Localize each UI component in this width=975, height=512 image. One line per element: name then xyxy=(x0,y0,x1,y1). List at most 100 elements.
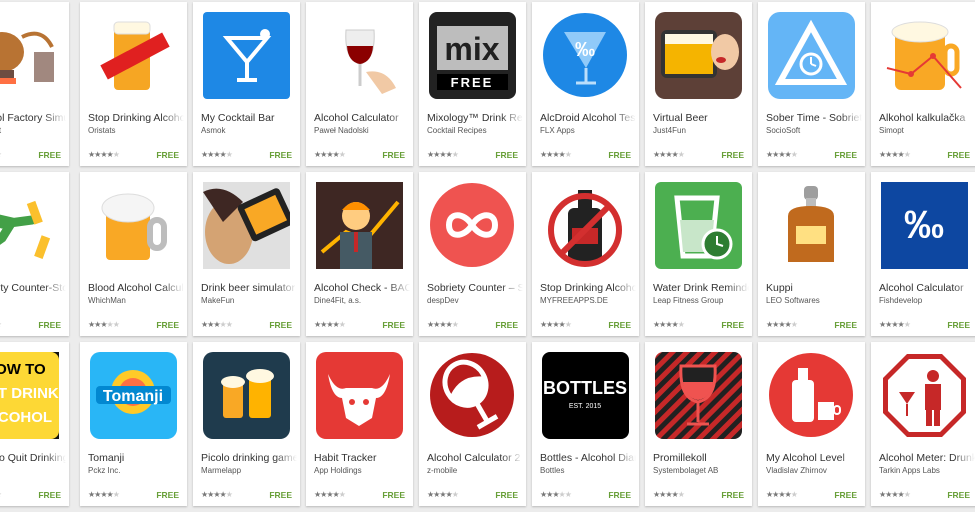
app-card[interactable]: Alkohol kalkulačka Simopt ★★★★★ FREE xyxy=(871,2,975,166)
tilted-wine-glass-icon[interactable] xyxy=(429,352,516,439)
app-card[interactable]: BOTTLES EST. 2015 Bottles - Alcohol Diary B… xyxy=(532,342,639,506)
app-developer[interactable]: LEO Softwares xyxy=(766,296,862,305)
app-card[interactable]: HOW TO QUIT DRINK ALCOHOL How To Quit Drink… xyxy=(0,342,69,506)
app-title[interactable]: Habit Tracker xyxy=(314,452,410,464)
app-title[interactable]: Mixology™ Drink Recipes xyxy=(427,112,523,124)
app-card[interactable]: mix FREE Mixology™ Drink Recipes Cocktail R… xyxy=(419,2,526,166)
app-developer[interactable]: Systembolaget AB xyxy=(653,466,749,475)
app-developer[interactable]: Paweł Nadolski xyxy=(314,126,410,135)
businessman-cartoon-icon[interactable] xyxy=(316,182,403,269)
app-card[interactable]: ‰ Alcohol Calculator Fishdevelop ★★★★★ FREE xyxy=(871,172,975,336)
app-title[interactable]: Alcohol Factory Simulator xyxy=(0,112,66,124)
app-card[interactable]: Picolo drinking game Marmelapp ★★★★★ FREE xyxy=(193,342,300,506)
app-developer[interactable]: z-mobile xyxy=(427,466,523,475)
app-title[interactable]: Sober Time - Sobriety Counter xyxy=(766,112,862,124)
no-bottle-icon[interactable] xyxy=(542,182,629,269)
app-developer[interactable]: Simopt xyxy=(879,126,975,135)
app-card[interactable]: Alcohol Meter: Drunk Test Tarkin Apps Lab… xyxy=(871,342,975,506)
app-developer[interactable]: Vladislav Zhirnov xyxy=(766,466,862,475)
distillery-icon[interactable] xyxy=(0,12,59,99)
app-card[interactable]: Drink beer simulator MakeFun ★★★★★ FREE xyxy=(193,172,300,336)
app-title[interactable]: Stop Drinking Alcohol xyxy=(540,282,636,294)
app-title[interactable]: Drink beer simulator xyxy=(201,282,297,294)
app-card[interactable]: Stop Drinking Alcohol Oristats ★★★★★ FREE xyxy=(80,2,187,166)
permille-glass-icon[interactable]: ‰ xyxy=(542,12,629,99)
app-developer[interactable]: Marmelapp xyxy=(201,466,297,475)
app-title[interactable]: Virtual Beer xyxy=(653,112,749,124)
drinking-woman-icon[interactable] xyxy=(203,182,290,269)
app-title[interactable]: Alcohol Calculator 2 xyxy=(427,452,523,464)
app-title[interactable]: Alcohol Meter: Drunk Test xyxy=(879,452,975,464)
permille-sign-icon[interactable]: ‰ xyxy=(881,182,968,269)
sober-triangle-icon[interactable] xyxy=(768,12,855,99)
app-card[interactable]: Stop Drinking Alcohol MYFREEAPPS.DE ★★★★★ F… xyxy=(532,172,639,336)
quit-drink-text-icon[interactable]: HOW TO QUIT DRINK ALCOHOL xyxy=(0,352,59,439)
app-developer[interactable]: Leap Fitness Group xyxy=(653,296,749,305)
app-title[interactable]: Promillekoll xyxy=(653,452,749,464)
app-title[interactable]: AlcDroid Alcohol Tester xyxy=(540,112,636,124)
app-title[interactable]: My Cocktail Bar xyxy=(201,112,297,124)
mix-free-logo-icon[interactable]: mix FREE xyxy=(429,12,516,99)
app-card[interactable]: Alcohol Calculator 2 z-mobile ★★★★★ FREE xyxy=(419,342,526,506)
app-title[interactable]: My Alcohol Level xyxy=(766,452,862,464)
app-title[interactable]: Alkohol kalkulačka xyxy=(879,112,975,124)
app-card[interactable]: Kuppi LEO Softwares ★★★★★ FREE xyxy=(758,172,865,336)
app-developer[interactable]: Just4Fun xyxy=(653,126,749,135)
app-title[interactable]: Bottles - Alcohol Diary xyxy=(540,452,636,464)
app-developer[interactable]: APPS xyxy=(0,466,66,475)
app-developer[interactable]: MakeFun xyxy=(201,296,297,305)
app-developer[interactable]: Hanna xyxy=(0,296,66,305)
app-card[interactable]: Habit Tracker App Holdings ★★★★★ FREE xyxy=(306,342,413,506)
app-title[interactable]: Picolo drinking game xyxy=(201,452,297,464)
app-card[interactable]: My Cocktail Bar Asmok ★★★★★ FREE xyxy=(193,2,300,166)
app-title[interactable]: Alcohol Calculator xyxy=(314,112,410,124)
wine-glass-icon[interactable] xyxy=(316,12,403,99)
app-card[interactable]: ‰ AlcDroid Alcohol Tester FLX Apps ★★★★★ FRE… xyxy=(532,2,639,166)
phone-beer-icon[interactable] xyxy=(655,12,742,99)
beer-glasses-icon[interactable] xyxy=(203,352,290,439)
app-developer[interactable]: Cocktail Recipes xyxy=(427,126,523,135)
bottle-cup-icon[interactable] xyxy=(768,352,855,439)
app-title[interactable]: Alcohol Calculator xyxy=(879,282,975,294)
app-card[interactable]: Virtual Beer Just4Fun ★★★★★ FREE xyxy=(645,2,752,166)
app-developer[interactable]: Oristats xyxy=(88,126,184,135)
app-card[interactable]: Alcohol Check - BAC Calculator Dine4Fit, … xyxy=(306,172,413,336)
app-card[interactable]: Promillekoll Systembolaget AB ★★★★★ FREE xyxy=(645,342,752,506)
app-card[interactable]: Sobriety Counter-Stop Drinking Hanna ★★★★★… xyxy=(0,172,69,336)
app-title[interactable]: Alcohol Check - BAC Calculator xyxy=(314,282,410,294)
app-title[interactable]: Stop Drinking Alcohol xyxy=(88,112,184,124)
app-developer[interactable]: Playcraft xyxy=(0,126,66,135)
beer-chart-icon[interactable] xyxy=(881,12,968,99)
app-developer[interactable]: Fishdevelop xyxy=(879,296,975,305)
app-developer[interactable]: despDev xyxy=(427,296,523,305)
app-developer[interactable]: App Holdings xyxy=(314,466,410,475)
water-glass-clock-icon[interactable] xyxy=(655,182,742,269)
app-title[interactable]: Tomanji xyxy=(88,452,184,464)
app-card[interactable]: Water Drink Reminder Leap Fitness Group ★★… xyxy=(645,172,752,336)
app-card[interactable]: Blood Alcohol Calculator WhichMan ★★★★★ FRE… xyxy=(80,172,187,336)
app-developer[interactable]: Tarkin Apps Labs xyxy=(879,466,975,475)
bottles-logo-icon[interactable]: BOTTLES EST. 2015 xyxy=(542,352,629,439)
cocktail-glass-icon[interactable] xyxy=(203,12,290,99)
app-developer[interactable]: SocioSoft xyxy=(766,126,862,135)
app-card[interactable]: Alcohol Calculator Paweł Nadolski ★★★★★ FRE… xyxy=(306,2,413,166)
beer-mug-icon[interactable] xyxy=(90,182,177,269)
app-card[interactable]: Sobriety Counter – Stop Drinking despDev ★… xyxy=(419,172,526,336)
app-developer[interactable]: Dine4Fit, a.s. xyxy=(314,296,410,305)
whisky-decanter-icon[interactable] xyxy=(768,182,855,269)
tomanji-logo-icon[interactable]: Tomanji xyxy=(90,352,177,439)
app-title[interactable]: Blood Alcohol Calculator xyxy=(88,282,184,294)
app-title[interactable]: How To Quit Drinking Alcohol xyxy=(0,452,66,464)
app-developer[interactable]: Bottles xyxy=(540,466,636,475)
app-developer[interactable]: WhichMan xyxy=(88,296,184,305)
stop-sign-man-icon[interactable] xyxy=(881,352,968,439)
app-title[interactable]: Kuppi xyxy=(766,282,862,294)
no-beer-icon[interactable] xyxy=(90,12,177,99)
app-title[interactable]: Water Drink Reminder xyxy=(653,282,749,294)
app-developer[interactable]: Asmok xyxy=(201,126,297,135)
app-developer[interactable]: MYFREEAPPS.DE xyxy=(540,296,636,305)
app-developer[interactable]: FLX Apps xyxy=(540,126,636,135)
app-developer[interactable]: Pckz Inc. xyxy=(88,466,184,475)
app-title[interactable]: Sobriety Counter-Stop Drinking xyxy=(0,282,66,294)
app-card[interactable]: My Alcohol Level Vladislav Zhirnov ★★★★★ FR… xyxy=(758,342,865,506)
